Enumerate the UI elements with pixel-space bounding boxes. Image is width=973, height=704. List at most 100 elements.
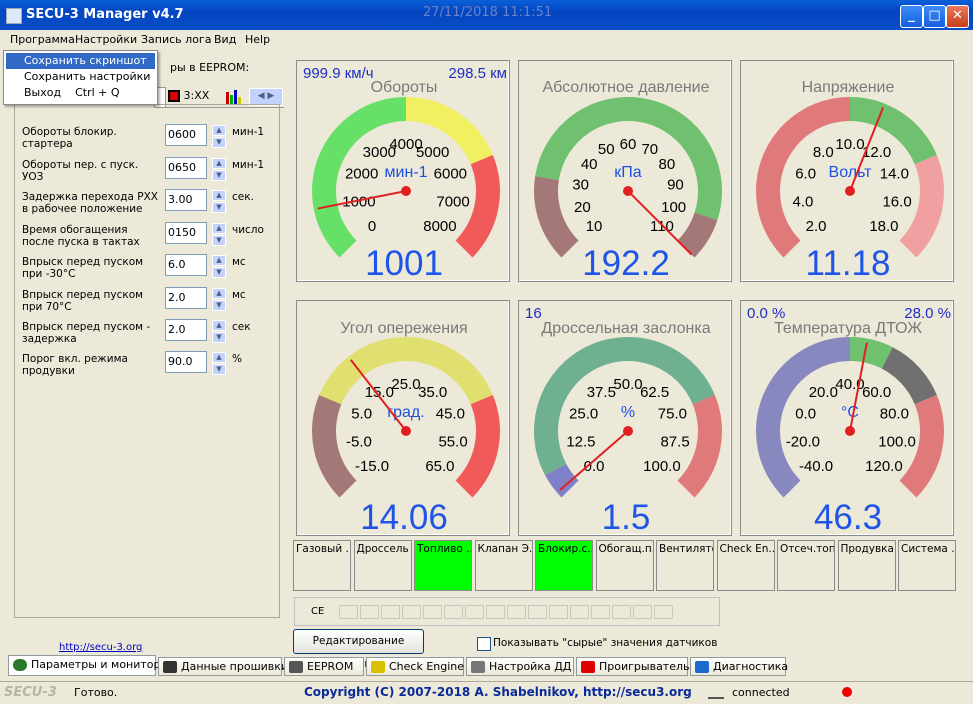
menu-program[interactable]: Программа xyxy=(10,33,75,46)
param-input[interactable]: 90.0 xyxy=(165,351,207,373)
tab-1[interactable]: Данные прошивки xyxy=(158,657,288,676)
param-spinner[interactable]: ▲ ▼ xyxy=(212,352,226,376)
gauge-needle-hub xyxy=(845,186,855,196)
param-spinner[interactable]: ▲ ▼ xyxy=(212,125,226,149)
param-spinner[interactable]: ▲ ▼ xyxy=(212,288,226,312)
dropdown-shortcut: Ctrl + Q xyxy=(75,86,120,99)
left-tab-xx[interactable]: 3:XX xyxy=(168,89,214,105)
minimize-button[interactable]: _ xyxy=(900,5,923,28)
indicator-8: Отсеч.топ... xyxy=(777,540,835,591)
gauge-0: 0 1000 2000 3000 4000 5000 6000 7000 8000 Обороты… xyxy=(296,60,510,283)
param-spinner[interactable]: ▲ ▼ xyxy=(212,158,226,182)
param-spinner[interactable]: ▲ ▼ xyxy=(212,320,226,344)
gauge-tick-label: 7000 xyxy=(436,193,469,210)
gauge-corner-left: 999.9 км/ч xyxy=(303,65,374,82)
gauge-tick-label: 5000 xyxy=(416,144,449,161)
window-title: SECU-3 Manager v4.7 xyxy=(26,7,184,22)
gauge-dial: 2.0 4.0 6.0 8.0 10.012.0 14.0 16.0 18.0 Напряжен… xyxy=(756,79,944,283)
param-input[interactable]: 2.0 xyxy=(165,319,207,341)
gauge-dial: -40.0-20.00.020.040.060.080.0100.0120.0Т… xyxy=(747,305,951,537)
gauge-tick-label: 100.0 xyxy=(878,433,916,450)
gauge-value: 14.06 xyxy=(360,498,448,537)
gauge-tick-label: 65.0 xyxy=(425,458,454,475)
gauge-corner-right: 28.0 % xyxy=(904,305,951,322)
tab-label: Check Engine xyxy=(389,660,465,673)
gauge-tick-label: 100.0 xyxy=(643,458,681,475)
gauge-corner-left: 16 xyxy=(525,305,542,322)
gauge-tick-label: 45.0 xyxy=(436,406,465,423)
ce-cell xyxy=(612,605,631,619)
gauge-tick-label: 90 xyxy=(667,176,684,193)
gauge-dial: 0.012.525.037.550.062.575.087.5100.0Дрос… xyxy=(525,305,722,537)
tab-6[interactable]: Диагностика xyxy=(690,657,789,676)
maximize-button[interactable]: □ xyxy=(923,5,946,28)
param-input[interactable]: 3.00 xyxy=(165,189,207,211)
dropdown-save-screenshot[interactable]: Сохранить скриншот xyxy=(6,53,155,69)
app-icon xyxy=(6,8,22,24)
param-input[interactable]: 0650 xyxy=(165,157,207,179)
tab-label: Диагностика xyxy=(713,660,789,673)
param-spinner[interactable]: ▲ ▼ xyxy=(212,223,226,247)
gauge-tick-label: -5.0 xyxy=(346,433,372,450)
ce-cell xyxy=(402,605,421,619)
gauge-tick-label: 37.5 xyxy=(587,384,616,401)
status-connection: connected xyxy=(732,686,790,699)
gauge-unit: кПа xyxy=(614,164,642,181)
gauge-tick-label: -40.0 xyxy=(799,458,833,475)
gauge-tick-label: 60 xyxy=(620,136,637,153)
gauge-tick-label: 2.0 xyxy=(806,218,827,235)
param-spinner[interactable]: ▲ ▼ xyxy=(212,190,226,214)
raw-values-checkbox[interactable] xyxy=(477,637,491,651)
tab-label: Данные прошивки xyxy=(181,660,289,673)
gauge-tick-label: 12.5 xyxy=(566,433,595,450)
gauge-needle-hub xyxy=(623,426,633,436)
param-unit: сек. xyxy=(232,191,254,203)
param-label: Порог вкл. режима продувки xyxy=(22,353,128,377)
param-input[interactable]: 0600 xyxy=(165,124,207,146)
menu-view[interactable]: Вид xyxy=(214,33,236,46)
gauge-tick-label: 14.0 xyxy=(880,166,909,183)
menu-log[interactable]: Запись лога xyxy=(141,33,211,46)
param-unit: число xyxy=(232,224,264,236)
program-dropdown: Сохранить скриншот Сохранить настройки В… xyxy=(3,50,158,105)
status-logo: SECU-3 xyxy=(4,685,57,700)
tab-0[interactable]: Параметры и монитор xyxy=(8,655,161,676)
dropdown-exit[interactable]: Выход Ctrl + Q xyxy=(6,85,155,101)
param-unit: мс xyxy=(232,256,246,268)
menu-help[interactable]: Help xyxy=(245,33,270,46)
tab-5[interactable]: Проигрыватель xyxy=(576,657,690,676)
secu3-link[interactable]: http://secu-3.org xyxy=(59,642,142,653)
param-input[interactable]: 0150 xyxy=(165,222,207,244)
tab-xx-label: 3:XX xyxy=(183,89,210,102)
param-input[interactable]: 2.0 xyxy=(165,287,207,309)
edit-tables-button[interactable]: Редактирование таблиц xyxy=(293,629,424,670)
gauge-2: 2.0 4.0 6.0 8.0 10.0 12.0 14.0 16.0 18.0 Напряжен… xyxy=(740,60,954,283)
tab-2[interactable]: EEPROM xyxy=(284,657,364,676)
chart-icon[interactable] xyxy=(224,89,244,105)
gauge-dial: 1020304050 60 708090100110Абсолютное давле… xyxy=(534,79,722,283)
indicator-0: Газовый ... xyxy=(293,540,351,591)
param-input[interactable]: 6.0 xyxy=(165,254,207,276)
param-label: Обороты пер. с пуск. УОЗ xyxy=(22,159,139,183)
gauge-tick-label: 16.0 xyxy=(882,193,911,210)
gauge-tick-label: 10.0 xyxy=(835,136,864,153)
param-unit: % xyxy=(232,353,242,365)
gauge-dial: 010002000300040005000600070008000Обороты… xyxy=(303,65,507,283)
gauge-tick-label: 6000 xyxy=(434,166,467,183)
gauge-tick-label: 30 xyxy=(572,176,589,193)
tab-3[interactable]: Check Engine xyxy=(366,657,464,676)
gauge-title: Обороты xyxy=(371,79,438,96)
status-bar: SECU-3 Готово. Copyright (C) 2007-2018 A… xyxy=(0,681,973,704)
dropdown-label: Выход xyxy=(24,86,62,99)
gauge-tick-label: 80 xyxy=(658,156,675,173)
gauge-tick-label: 50.0 xyxy=(613,376,642,393)
param-spinner[interactable]: ▲ ▼ xyxy=(212,255,226,279)
param-label: Впрыск перед пуском при -30°C xyxy=(22,256,144,280)
close-button[interactable]: ✕ xyxy=(946,5,969,28)
dropdown-save-settings[interactable]: Сохранить настройки xyxy=(6,69,155,85)
tab-4[interactable]: Настройка ДД xyxy=(466,657,574,676)
gauge-3: -15.0 -5.0 5.0 15.0 25.0 35.0 45.0 55.0 65.0 Угол… xyxy=(296,300,510,537)
title-bar: SECU-3 Manager v4.7 27/11/2018 11:1:51 _… xyxy=(0,0,973,30)
ce-cell xyxy=(360,605,379,619)
menu-settings[interactable]: Настройки xyxy=(75,33,137,46)
